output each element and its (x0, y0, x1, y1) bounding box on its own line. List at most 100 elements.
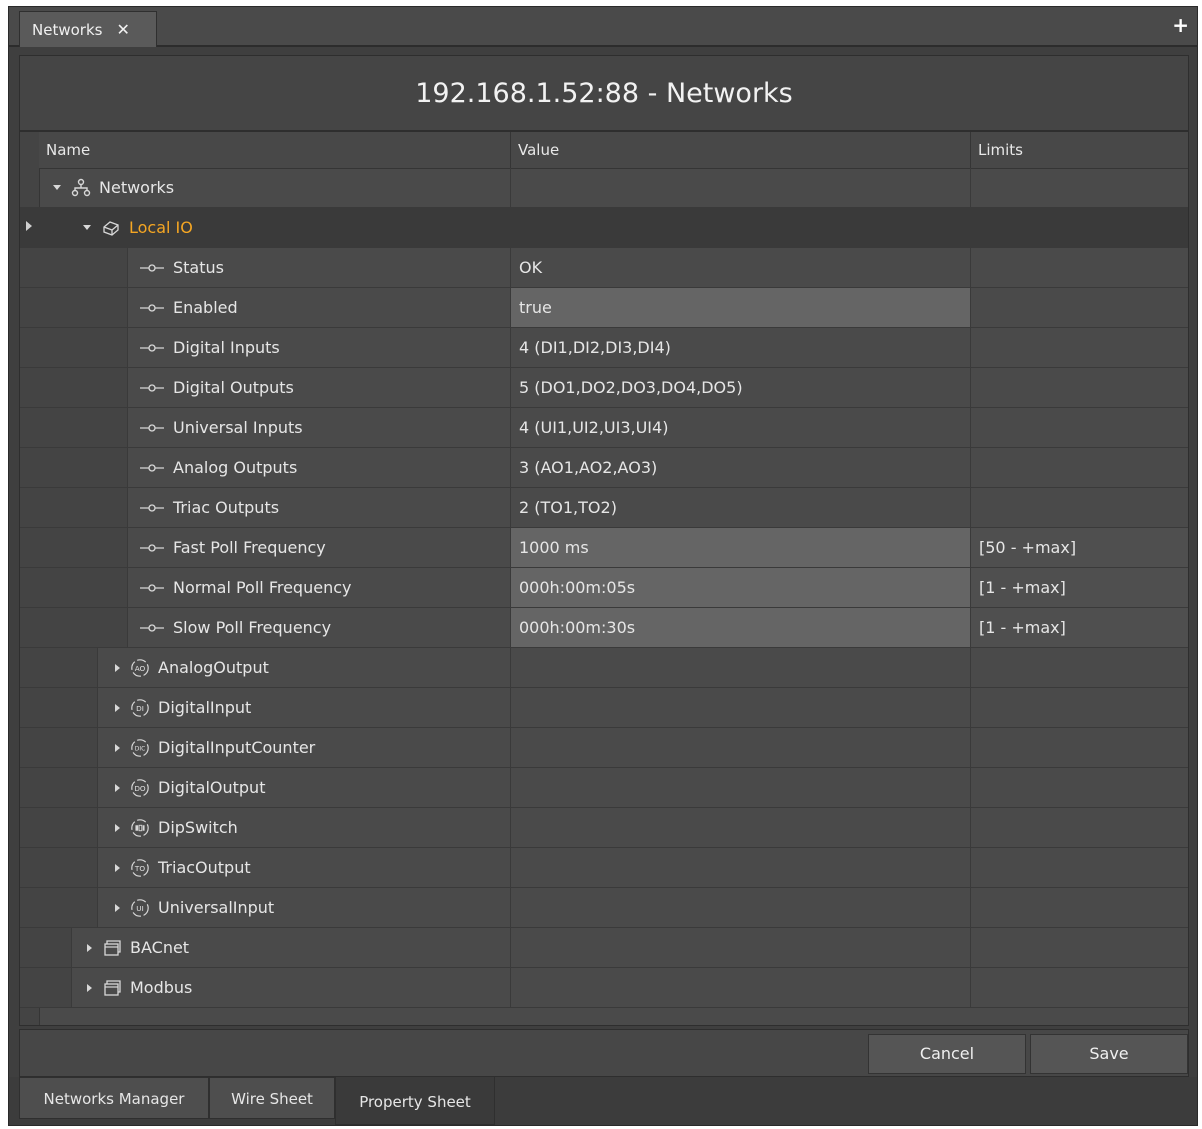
limits-cell (971, 368, 1188, 407)
property-row-analog-outputs[interactable]: Analog Outputs 3 (AO1,AO2,AO3) (20, 448, 1188, 488)
property-icon (140, 623, 164, 632)
limits-cell (971, 648, 1188, 687)
property-row-triac-outputs[interactable]: Triac Outputs 2 (TO1,TO2) (20, 488, 1188, 528)
cancel-button[interactable]: Cancel (868, 1034, 1026, 1074)
value-cell (511, 968, 971, 1007)
value-cell (511, 928, 971, 967)
property-row-enabled[interactable]: Enabled true (20, 288, 1188, 328)
value-cell: 2 (TO1,TO2) (511, 488, 971, 527)
name-cell: BACnet (39, 928, 511, 967)
row-label: Slow Poll Frequency (173, 618, 332, 637)
limits-cell (971, 168, 1188, 207)
row-label: TriacOutput (158, 858, 251, 877)
expand-arrow-icon[interactable] (115, 743, 120, 752)
limits-cell (971, 768, 1188, 807)
tree-row-digital-input-counter[interactable]: DIC DigitalInputCounter (20, 728, 1188, 768)
name-cell: Enabled (39, 288, 511, 327)
column-header-name[interactable]: Name (39, 132, 511, 168)
tab-networks-manager[interactable]: Networks Manager (19, 1077, 209, 1119)
limits-cell (971, 248, 1188, 287)
document-tab-networks[interactable]: Networks ✕ (19, 11, 157, 47)
limits-cell (971, 288, 1188, 327)
property-row-slow-poll-frequency[interactable]: Slow Poll Frequency 000h:00m:30s [1 - +m… (20, 608, 1188, 648)
row-label: Universal Inputs (173, 418, 303, 437)
row-label: Enabled (173, 298, 238, 317)
column-header-limits[interactable]: Limits (971, 132, 1187, 168)
expand-arrow-icon[interactable] (87, 943, 92, 952)
tree-row-local-io[interactable]: Local IO (20, 208, 1188, 248)
value-cell (511, 808, 971, 847)
row-label: Modbus (130, 978, 193, 997)
svg-text:DIC: DIC (135, 746, 145, 752)
tree-row-networks[interactable]: Networks (20, 168, 1188, 208)
tab-wire-sheet[interactable]: Wire Sheet (209, 1077, 335, 1119)
name-cell: Analog Outputs (39, 448, 511, 487)
svg-text:AO: AO (135, 664, 146, 673)
expand-arrow-icon[interactable] (115, 863, 120, 872)
name-cell: DI DigitalInput (39, 688, 511, 727)
value-input[interactable]: 1000 ms (511, 528, 971, 567)
limits-cell (971, 728, 1188, 767)
limits-cell: [1 - +max] (971, 608, 1188, 647)
limits-cell: [50 - +max] (971, 528, 1188, 567)
value-input[interactable]: 000h:00m:05s (511, 568, 971, 607)
expand-arrow-icon[interactable] (115, 823, 120, 832)
property-row-normal-poll-frequency[interactable]: Normal Poll Frequency 000h:00m:05s [1 - … (20, 568, 1188, 608)
name-cell: AO AnalogOutput (39, 648, 511, 687)
expand-arrow-icon[interactable] (53, 185, 61, 190)
row-label: DigitalInputCounter (158, 738, 316, 757)
property-icon (140, 343, 164, 352)
tree-row-analog-output[interactable]: AO AnalogOutput (20, 648, 1188, 688)
property-row-digital-outputs[interactable]: Digital Outputs 5 (DO1,DO2,DO3,DO4,DO5) (20, 368, 1188, 408)
limits-cell (971, 808, 1188, 847)
tree-row-modbus[interactable]: Modbus (20, 968, 1188, 1008)
value-input[interactable]: 000h:00m:30s (511, 608, 971, 647)
digital-input-icon: DI (131, 698, 149, 717)
expand-arrow-icon[interactable] (115, 703, 120, 712)
add-tab-icon[interactable]: + (1172, 13, 1189, 37)
value-cell (511, 768, 971, 807)
name-cell: Modbus (39, 968, 511, 1007)
expand-arrow-icon[interactable] (115, 663, 120, 672)
limits-cell (971, 448, 1188, 487)
value-input[interactable]: true (511, 288, 971, 327)
row-label: Networks (99, 178, 175, 197)
tree-row-bacnet[interactable]: BACnet (20, 928, 1188, 968)
tree-row-digital-input[interactable]: DI DigitalInput (20, 688, 1188, 728)
bacnet-network-icon (104, 939, 121, 956)
expand-arrow-icon[interactable] (115, 783, 120, 792)
row-label: AnalogOutput (158, 658, 269, 677)
expand-arrow-icon[interactable] (83, 225, 91, 230)
name-cell: DO DigitalOutput (39, 768, 511, 807)
name-cell: Normal Poll Frequency (39, 568, 511, 607)
name-cell: Fast Poll Frequency (39, 528, 511, 567)
button-bar: Cancel Save (19, 1029, 1189, 1077)
close-icon[interactable]: ✕ (116, 20, 129, 39)
expand-arrow-icon[interactable] (115, 903, 120, 912)
local-io-device-icon (103, 220, 119, 236)
column-header-value[interactable]: Value (511, 132, 971, 168)
page-title: 192.168.1.52:88 - Networks (19, 55, 1189, 131)
limits-cell (971, 888, 1188, 927)
limits-cell (971, 328, 1188, 367)
value-cell: OK (511, 248, 971, 287)
property-row-status[interactable]: Status OK (20, 248, 1188, 288)
expand-arrow-icon[interactable] (87, 983, 92, 992)
limits-cell: [1 - +max] (971, 568, 1188, 607)
property-row-fast-poll-frequency[interactable]: Fast Poll Frequency 1000 ms [50 - +max] (20, 528, 1188, 568)
name-cell: Local IO (39, 208, 511, 247)
tab-property-sheet[interactable]: Property Sheet (335, 1077, 495, 1125)
property-row-universal-inputs[interactable]: Universal Inputs 4 (UI1,UI2,UI3,UI4) (20, 408, 1188, 448)
value-cell: 5 (DO1,DO2,DO3,DO4,DO5) (511, 368, 971, 407)
property-row-digital-inputs[interactable]: Digital Inputs 4 (DI1,DI2,DI3,DI4) (20, 328, 1188, 368)
tree-row-universal-input[interactable]: UI UniversalInput (20, 888, 1188, 928)
name-cell: Universal Inputs (39, 408, 511, 447)
tree-row-digital-output[interactable]: DO DigitalOutput (20, 768, 1188, 808)
value-cell: 4 (UI1,UI2,UI3,UI4) (511, 408, 971, 447)
tree-row-triac-output[interactable]: TO TriacOutput (20, 848, 1188, 888)
network-tree-icon (71, 178, 91, 196)
value-cell (511, 688, 971, 727)
tree-row-dip-switch[interactable]: DipSwitch (20, 808, 1188, 848)
save-button[interactable]: Save (1030, 1034, 1188, 1074)
property-icon (140, 543, 164, 552)
